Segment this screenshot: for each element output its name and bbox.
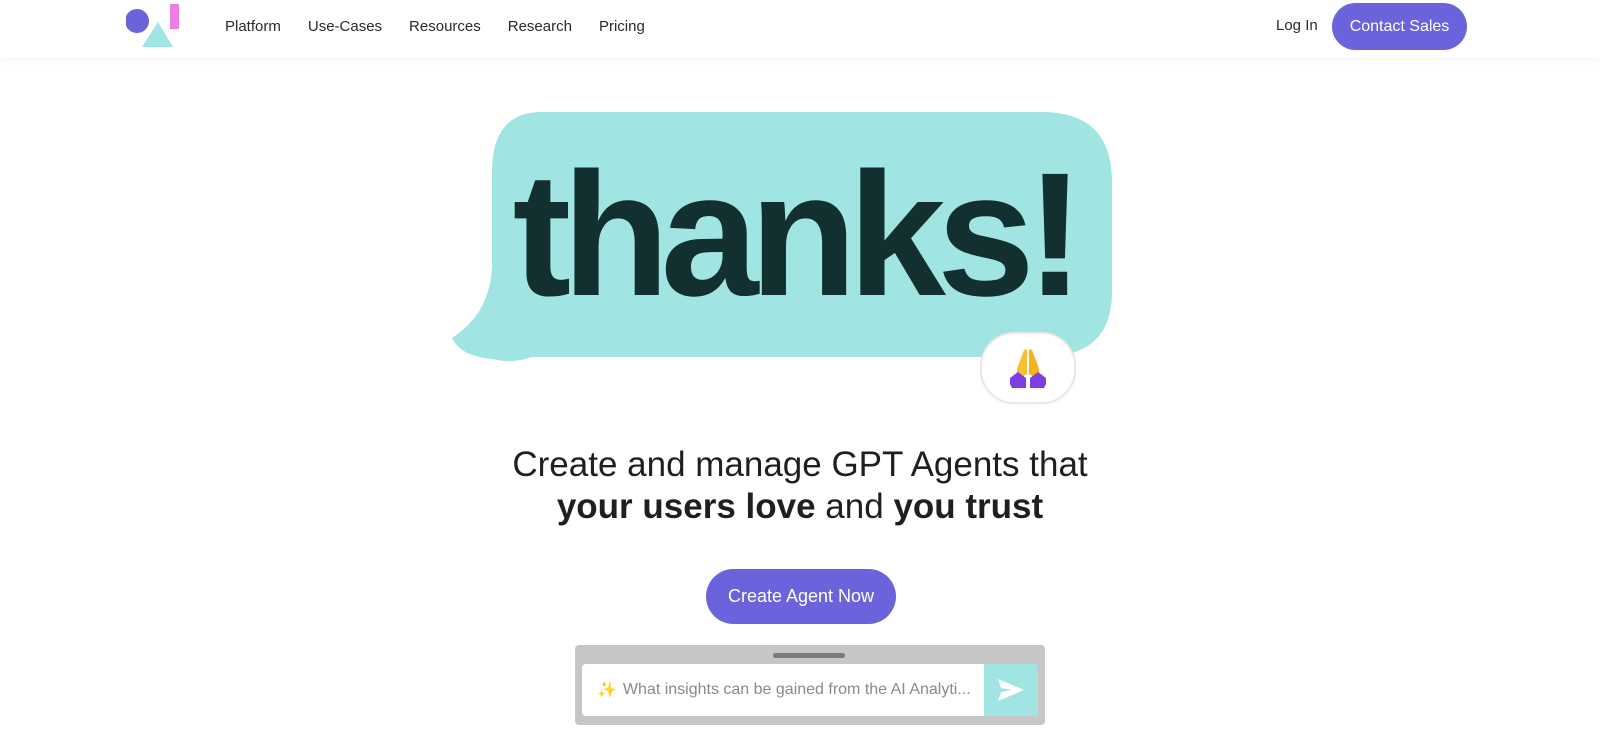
headline-connector: and — [825, 487, 884, 526]
folded-hands-icon — [1010, 349, 1046, 388]
nav-item-platform[interactable]: Platform — [225, 18, 281, 35]
reaction-badge — [980, 332, 1076, 404]
headline-line-1: Create and manage GPT Agents that — [512, 445, 1088, 484]
chat-input-container[interactable]: ✨ — [582, 664, 984, 716]
chat-input[interactable] — [622, 681, 973, 699]
nav-item-pricing[interactable]: Pricing — [599, 18, 645, 35]
nav-item-resources[interactable]: Resources — [409, 18, 481, 35]
send-arrow-icon — [998, 679, 1024, 701]
chat-widget: ✨ — [575, 645, 1045, 725]
main-nav: Platform Use-Cases Resources Research Pr… — [225, 0, 645, 52]
nav-item-research[interactable]: Research — [508, 18, 572, 35]
headline-line-2: your users love and you trust — [400, 486, 1200, 528]
login-link[interactable]: Log In — [1276, 17, 1318, 34]
top-navigation-bar: Platform Use-Cases Resources Research Pr… — [0, 0, 1600, 58]
contact-sales-button[interactable]: Contact Sales — [1332, 3, 1467, 50]
logo-bar-shape — [170, 4, 179, 29]
headline-emphasis-users: your users love — [556, 487, 816, 526]
logo-circle-shape — [126, 9, 149, 33]
send-button[interactable] — [984, 664, 1038, 716]
sparkles-icon: ✨ — [597, 682, 617, 699]
thanks-headline: thanks! — [512, 137, 1085, 333]
drag-handle[interactable] — [773, 653, 845, 658]
brand-logo[interactable] — [126, 4, 182, 48]
nav-item-use-cases[interactable]: Use-Cases — [308, 18, 382, 35]
create-agent-button[interactable]: Create Agent Now — [706, 569, 896, 624]
headline-emphasis-trust: you trust — [893, 487, 1044, 526]
hero-headline: Create and manage GPT Agents that your u… — [400, 444, 1200, 528]
